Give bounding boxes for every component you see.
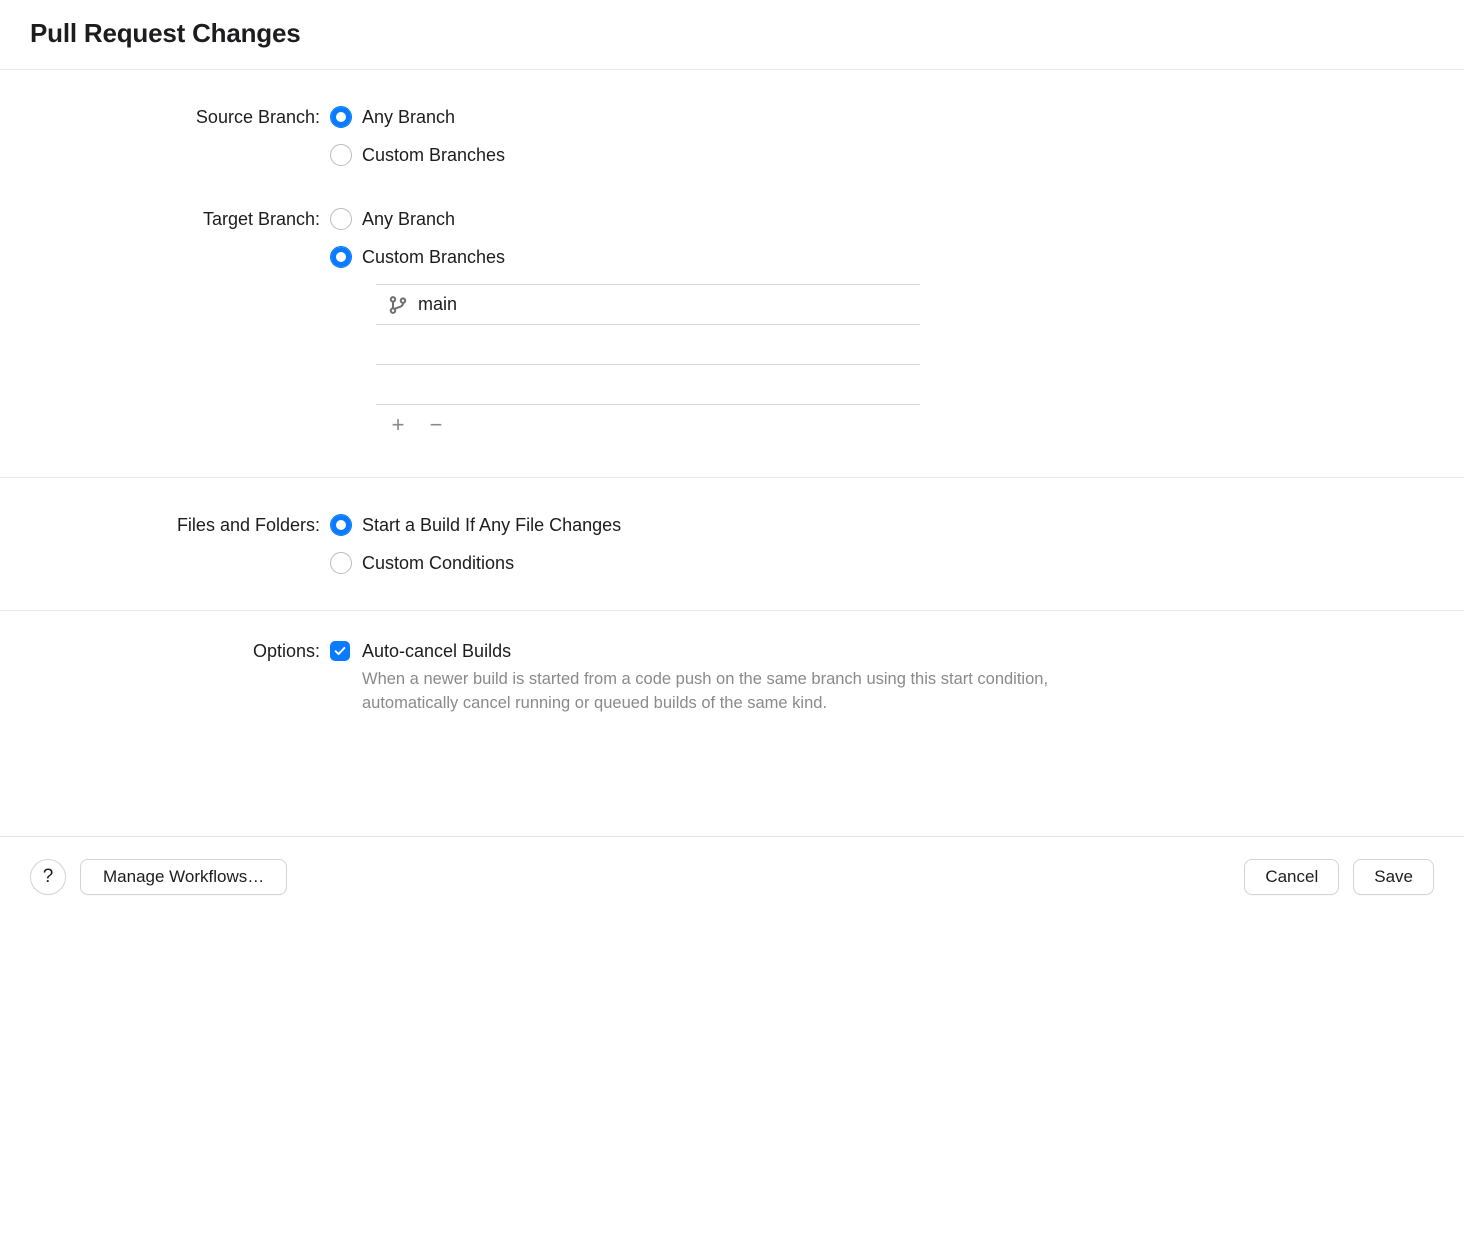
auto-cancel-checkbox[interactable] — [330, 641, 350, 661]
auto-cancel-title: Auto-cancel Builds — [362, 641, 1122, 662]
target-branch-label: Target Branch: — [30, 209, 330, 230]
files-any-label: Start a Build If Any File Changes — [362, 515, 621, 536]
checkmark-icon — [333, 644, 347, 658]
branch-name: main — [418, 294, 457, 315]
footer: ? Manage Workflows… Cancel Save — [0, 836, 1464, 917]
files-folders-label: Files and Folders: — [30, 515, 330, 536]
page-header: Pull Request Changes — [0, 0, 1464, 70]
target-branch-any-radio[interactable] — [330, 208, 352, 230]
minus-icon: − — [430, 412, 443, 438]
source-branch-any-label: Any Branch — [362, 107, 455, 128]
auto-cancel-body: Auto-cancel Builds When a newer build is… — [362, 641, 1122, 716]
branch-list-item[interactable]: main — [376, 285, 920, 325]
options-section: Options: Auto-cancel Builds When a newer… — [0, 611, 1464, 836]
source-branch-custom-row: Custom Branches — [30, 138, 1434, 172]
source-branch-label: Source Branch: — [30, 107, 330, 128]
files-folders-section: Files and Folders: Start a Build If Any … — [0, 478, 1464, 611]
branches-section: Source Branch: Any Branch Custom Branche… — [0, 70, 1464, 478]
options-label: Options: — [30, 641, 330, 662]
branch-list-item-empty[interactable] — [376, 365, 920, 405]
files-custom-radio[interactable] — [330, 552, 352, 574]
help-button[interactable]: ? — [30, 859, 66, 895]
plus-icon: + — [392, 412, 405, 438]
target-branch-any-label: Any Branch — [362, 209, 455, 230]
source-branch-any-option[interactable]: Any Branch — [330, 106, 455, 128]
files-folders-row: Files and Folders: Start a Build If Any … — [30, 508, 1434, 542]
branch-list-item-empty[interactable] — [376, 325, 920, 365]
add-branch-button[interactable]: + — [386, 413, 410, 437]
files-custom-option[interactable]: Custom Conditions — [330, 552, 514, 574]
target-branch-any-option[interactable]: Any Branch — [330, 208, 455, 230]
auto-cancel-description: When a newer build is started from a cod… — [362, 668, 1122, 716]
target-branch-custom-option[interactable]: Custom Branches — [330, 246, 505, 268]
target-branch-row: Target Branch: Any Branch — [30, 202, 1434, 236]
source-branch-custom-radio[interactable] — [330, 144, 352, 166]
branch-list-toolbar: + − — [376, 405, 920, 437]
files-custom-row: Custom Conditions — [30, 546, 1434, 580]
remove-branch-button[interactable]: − — [424, 413, 448, 437]
cancel-button[interactable]: Cancel — [1244, 859, 1339, 895]
files-any-radio[interactable] — [330, 514, 352, 536]
branch-icon — [388, 295, 408, 315]
save-button[interactable]: Save — [1353, 859, 1434, 895]
target-branch-custom-radio[interactable] — [330, 246, 352, 268]
files-any-option[interactable]: Start a Build If Any File Changes — [330, 514, 621, 536]
target-branch-custom-label: Custom Branches — [362, 247, 505, 268]
source-branch-custom-label: Custom Branches — [362, 145, 505, 166]
target-branch-custom-row: Custom Branches — [30, 240, 1434, 274]
page-title: Pull Request Changes — [30, 18, 1434, 49]
source-branch-row: Source Branch: Any Branch — [30, 100, 1434, 134]
files-custom-label: Custom Conditions — [362, 553, 514, 574]
manage-workflows-button[interactable]: Manage Workflows… — [80, 859, 287, 895]
target-branch-list: main — [376, 284, 920, 405]
options-row: Options: Auto-cancel Builds When a newer… — [30, 641, 1434, 716]
source-branch-any-radio[interactable] — [330, 106, 352, 128]
source-branch-custom-option[interactable]: Custom Branches — [330, 144, 505, 166]
